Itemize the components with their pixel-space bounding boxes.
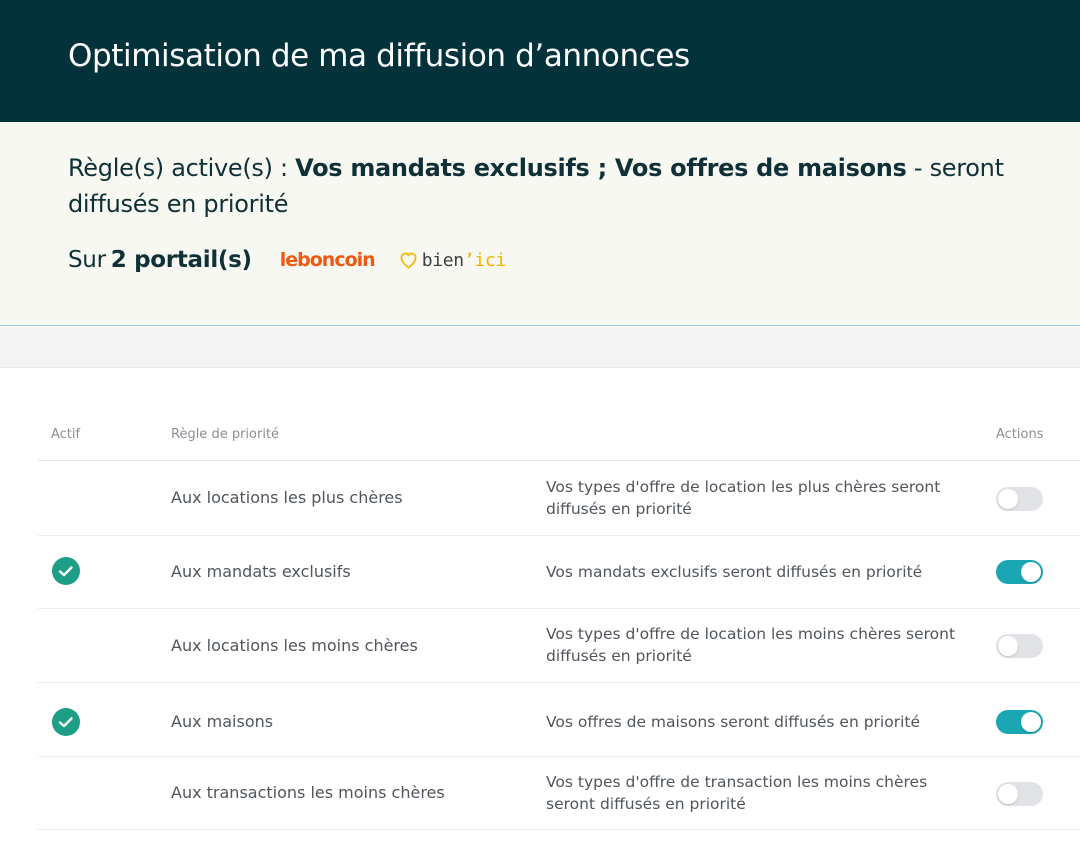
rule-description: Vos types d'offre de location les plus c… [546,478,941,518]
check-circle-icon [52,557,80,585]
page-header: Optimisation de ma diffusion d’annonces [0,0,1080,122]
rule-toggle[interactable] [996,782,1043,806]
col-rule-header: Règle de priorité [171,427,280,442]
toggle-knob [998,489,1018,509]
rule-toggle[interactable] [996,560,1043,584]
bienici-logo-text: bien [421,249,464,271]
house-heart-icon [400,252,417,269]
rule-name: Aux mandats exclusifs [171,562,351,581]
page-title: Optimisation de ma diffusion d’annonces [68,38,690,74]
col-active-header: Actif [51,427,81,442]
portals-count: 2 portail(s) [110,247,252,273]
toolbar-band [0,327,1080,368]
table-row: Aux transactions les moins chères Vos ty… [38,757,1080,830]
rule-name: Aux locations les moins chères [171,636,418,655]
active-rules-prefix: Règle(s) active(s) : [68,154,296,182]
rule-toggle[interactable] [996,710,1043,734]
leboncoin-logo: leboncoin [279,249,376,271]
toggle-knob [1021,562,1041,582]
col-actions-header: Actions [996,427,1044,442]
rule-toggle[interactable] [996,634,1043,658]
rule-name: Aux maisons [171,712,274,731]
bienici-logo-apostrophe: ’ [463,249,475,271]
active-rules-text: Règle(s) active(s) : Vos mandats exclusi… [68,150,1058,222]
table-row: Aux mandats exclusifs Vos mandats exclus… [38,536,1080,609]
table-row: Aux locations les plus chères Vos types … [38,461,1080,536]
portals-line: Sur 2 portail(s) leboncoin bien’ ici [68,243,506,277]
active-rules-summary: Règle(s) active(s) : Vos mandats exclusi… [0,122,1080,326]
toggle-knob [998,784,1018,804]
toggle-knob [1021,712,1041,732]
rule-toggle[interactable] [996,487,1043,511]
rule-name: Aux transactions les moins chères [171,783,445,802]
rule-description: Vos offres de maisons seront diffusés en… [546,713,921,731]
check-circle-icon [52,708,80,736]
priority-rules-table: Actif Règle de priorité Actions Aux loca… [38,418,1080,830]
bienici-logo-accent: ici [474,249,507,271]
bienici-logo: bien’ ici [399,250,506,271]
rule-description: Vos types d'offre de transaction les moi… [546,773,928,813]
active-rules-list: Vos mandats exclusifs ; Vos offres de ma… [295,154,907,182]
table-header: Actif Règle de priorité Actions [38,418,1080,461]
table-row: Aux locations les moins chères Vos types… [38,609,1080,683]
rule-name: Aux locations les plus chères [171,488,403,507]
table-row: Aux maisons Vos offres de maisons seront… [38,683,1080,757]
portals-prefix: Sur [68,247,106,273]
rule-description: Vos types d'offre de location les moins … [546,625,956,665]
rule-description: Vos mandats exclusifs seront diffusés en… [546,563,923,581]
toggle-knob [998,636,1018,656]
